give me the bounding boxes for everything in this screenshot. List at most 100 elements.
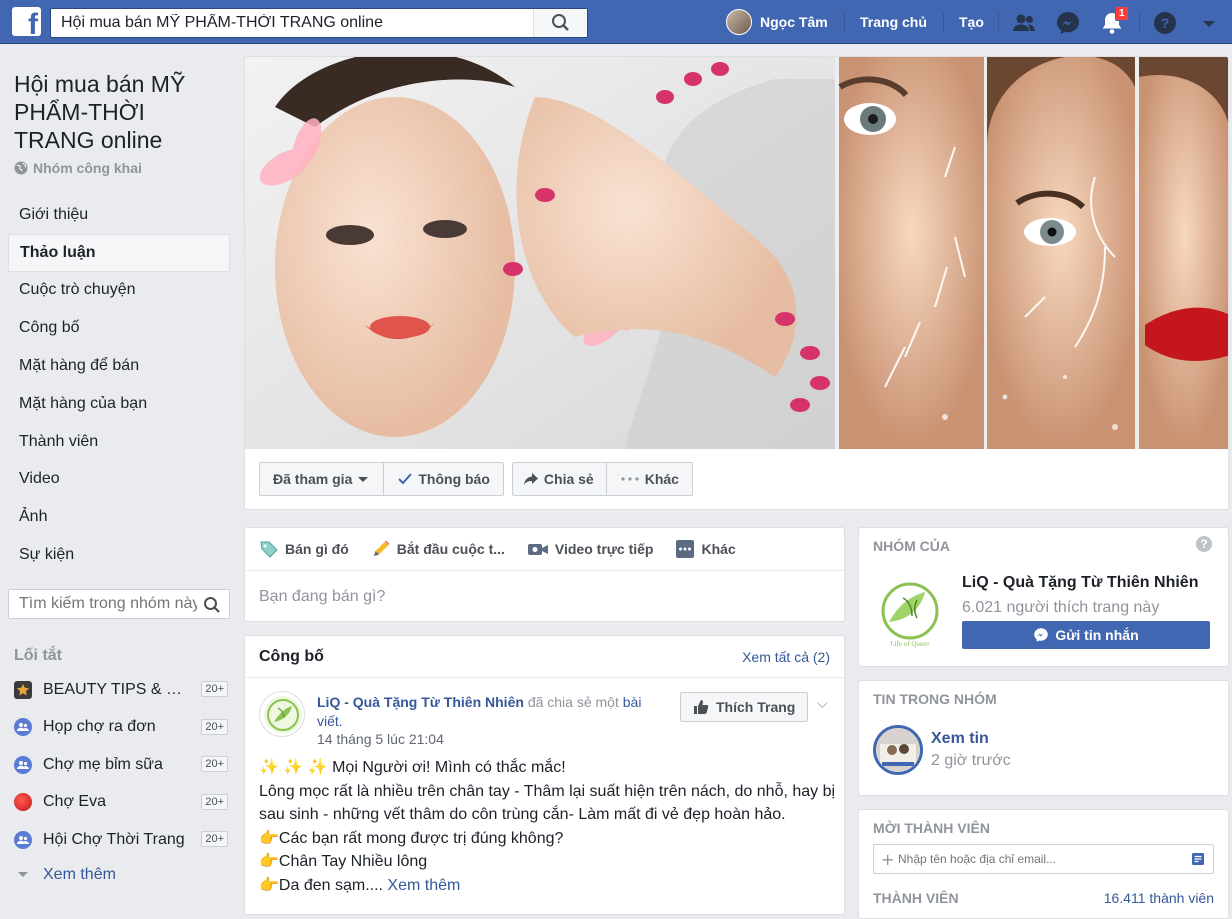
pencil-icon [373,540,390,556]
more-dots-icon [676,540,695,558]
tab-sell-something[interactable]: Bán gì đó [259,539,349,559]
members-count-link[interactable]: 16.411 thành viên [1104,890,1214,906]
nav-discussion[interactable]: Thảo luận [8,233,230,272]
caret-down-icon [358,477,369,482]
group-title[interactable]: Hội mua bán MỸ PHẨM-THỜI TRANG online [14,70,229,154]
home-link[interactable]: Trang chủ [860,14,927,30]
nav-chats[interactable]: Cuộc trò chuyện [8,272,230,310]
story-avatar[interactable] [873,725,923,775]
shortcut-name: BEAUTY TIPS & REVIEW [43,680,191,698]
invite-input[interactable] [874,845,1174,873]
invite-field: + [873,844,1214,874]
page-logo[interactable]: Life of Queen [873,576,947,650]
post-author-link[interactable]: LiQ - Quà Tặng Từ Thiên Nhiên [317,694,524,710]
tab-live-video[interactable]: Video trực tiếp [527,541,654,557]
announcements-card: Công bố Xem tất cả (2) LiQ - Quà Tặng Từ… [244,635,845,915]
notifications-button[interactable]: Thông báo [384,462,504,496]
group-search [8,589,230,619]
see-more-link[interactable]: Xem thêm [387,877,460,894]
group-icon [14,718,32,737]
search-input[interactable] [51,9,531,37]
nav-photos[interactable]: Ảnh [8,498,230,536]
nav-for-sale[interactable]: Mặt hàng để bán [8,347,230,385]
settings-dropdown-icon[interactable] [1200,10,1218,36]
joined-button[interactable]: Đã tham gia [259,462,385,496]
messenger-icon[interactable] [1055,10,1081,36]
more-button[interactable]: Khác [606,462,693,496]
nav-events[interactable]: Sự kiện [8,536,230,574]
story-time: 2 giờ trước [931,752,1011,769]
thumbs-up-icon [694,700,709,714]
post-timestamp[interactable]: 14 tháng 5 lúc 21:04 [317,731,444,747]
shortcuts-see-more[interactable]: Xem thêm [14,859,228,891]
messenger-icon [1034,628,1049,642]
profile-link[interactable]: Ngọc Tâm [726,8,828,36]
shortcut-name: Chợ mẹ bỉm sữa [43,755,163,773]
invite-members-card: MỜI THÀNH VIÊN + THÀNH VIÊN 16.411 thành… [858,809,1229,919]
search-button[interactable] [533,9,587,37]
post-body: ✨ ✨ ✨ Mọi Người ơi! Mình có thắc mắc! Lô… [259,756,839,897]
nav-videos[interactable]: Video [8,461,230,499]
share-arrow-icon [523,473,538,485]
cover-photo[interactable] [245,57,1228,449]
address-book-icon[interactable] [1191,852,1205,866]
shortcut-item[interactable]: Họp chợ ra đơn 20+ [14,709,228,747]
search-icon[interactable] [203,596,221,614]
composer-input[interactable]: Bạn đang bán gì? [259,588,385,606]
view-story-link[interactable]: Xem tin [931,730,989,748]
send-message-button[interactable]: Gửi tin nhắn [962,621,1210,649]
nav-members[interactable]: Thành viên [8,423,230,461]
page-name-link[interactable]: LiQ - Quà Tặng Từ Thiên Nhiên [962,574,1198,592]
like-page-button[interactable]: Thích Trang [680,692,809,722]
group-icon [14,755,32,774]
cover-card: Đã tham gia Thông báo Chia sẻ Khác [244,56,1229,510]
chevron-down-icon [18,871,28,877]
ellipsis-icon [621,477,639,481]
create-link[interactable]: Tạo [959,14,984,30]
shortcut-item[interactable]: Chợ mẹ bỉm sữa 20+ [14,746,228,784]
tab-label: Video trực tiếp [554,541,654,557]
post-options-chevron-icon[interactable]: ⌵ [817,696,828,712]
help-icon[interactable]: ? [1196,536,1212,552]
period-text: . [338,713,343,729]
top-bar: f Ngọc Tâm Trang chủ Tạo 1 ? [0,0,1232,44]
tab-start-discussion[interactable]: Bắt đầu cuộc t... [371,539,505,559]
shortcut-item[interactable]: BEAUTY TIPS & REVIEW 20+ [14,671,228,709]
post-line: 👉Da đen sạm.... Xem thêm [259,874,839,898]
page-likes: 6.021 người thích trang này [962,599,1160,616]
nav-your-items[interactable]: Mặt hàng của bạn [8,385,230,423]
shortcut-item[interactable]: Chợ Eva 20+ [14,784,228,822]
globe-icon [14,161,28,175]
avatar [726,9,752,35]
search-icon [552,14,569,31]
see-more-label: Xem thêm [43,865,116,883]
tab-more[interactable]: Khác [675,539,736,559]
shortcut-name: Họp chợ ra đơn [43,718,156,736]
video-camera-icon [527,544,548,555]
nav-announcements[interactable]: Công bố [8,309,230,347]
post-header: LiQ - Quà Tặng Từ Thiên Nhiên đã chia sẻ… [317,693,667,731]
post-line: 👉Các bạn rất mong được trị đúng không? [259,829,564,847]
shortcut-name: Chợ Eva [43,793,106,811]
shortcut-count: 20+ [201,831,228,847]
post-author-avatar[interactable] [259,691,305,737]
facebook-logo-icon[interactable]: f [12,7,41,36]
membership-buttons: Đã tham gia Thông báo [259,462,504,496]
nav-about[interactable]: Giới thiệu [8,196,230,234]
shortcut-count: 20+ [201,681,228,697]
friends-icon[interactable] [1011,10,1037,36]
shortcuts-list: BEAUTY TIPS & REVIEW 20+ Họp chợ ra đơn … [14,671,228,891]
divider [844,12,845,32]
shortcut-name: Hội Chợ Thời Trang [43,830,185,848]
help-icon[interactable]: ? [1152,10,1178,36]
shortcut-item[interactable]: Hội Chợ Thời Trang 20+ [14,821,228,859]
owner-card-heading: NHÓM CỦA [873,538,950,554]
announcements-title: Công bố [259,647,324,665]
see-all-link[interactable]: Xem tất cả (2) [742,649,830,665]
more-label: Khác [644,471,679,487]
tab-label: Khác [701,541,736,557]
star-icon [14,680,32,699]
group-search-input[interactable] [9,590,197,618]
share-button[interactable]: Chia sẻ [511,462,607,496]
group-stories-card: TIN TRONG NHÓM Xem tin 2 giờ trước [858,680,1229,796]
